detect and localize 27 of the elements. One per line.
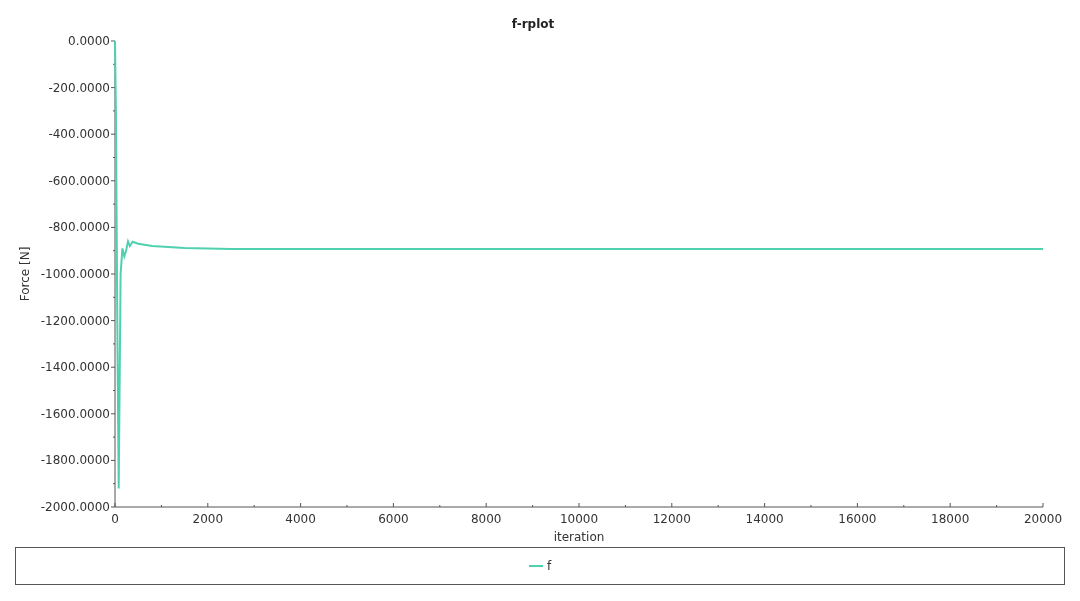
x-tick-label: 6000 — [378, 512, 409, 526]
y-tick-label: -600.0000 — [48, 173, 110, 188]
x-axis-label: iteration — [553, 530, 605, 544]
legend-label: f — [546, 558, 552, 575]
x-tick-label: 4000 — [285, 512, 316, 526]
x-tick-label: 16000 — [838, 512, 877, 526]
y-tick-label: -1000.0000 — [40, 267, 110, 281]
y-tick-label: -800.0000 — [48, 220, 110, 235]
y-tick-label: -2000.0000 — [40, 500, 110, 514]
y-tick-label: -1800.0000 — [40, 453, 110, 468]
y-tick-label: -1600.0000 — [40, 406, 110, 421]
x-tick-label: 18000 — [931, 512, 970, 526]
x-tick-label: 14000 — [745, 512, 784, 526]
x-tick-label: 0 — [111, 512, 119, 526]
y-tick-label: -400.0000 — [48, 127, 110, 142]
x-tick-label: 10000 — [559, 512, 599, 526]
x-tick-label: 8000 — [470, 512, 502, 526]
x-tick-label: 2000 — [192, 512, 224, 526]
legend-line-icon — [528, 565, 543, 567]
x-tick-label: 20000 — [1023, 512, 1063, 526]
y-tick-label: -200.0000 — [48, 80, 110, 95]
x-tick-label: 12000 — [652, 512, 691, 526]
y-tick-label: -1200.0000 — [40, 313, 110, 328]
chart-title: f-rplot — [511, 17, 555, 31]
y-axis-label: Force [N] — [18, 246, 32, 302]
y-tick-label: 0.0000 — [68, 34, 110, 48]
y-tick-label: -1400.0000 — [40, 360, 110, 375]
